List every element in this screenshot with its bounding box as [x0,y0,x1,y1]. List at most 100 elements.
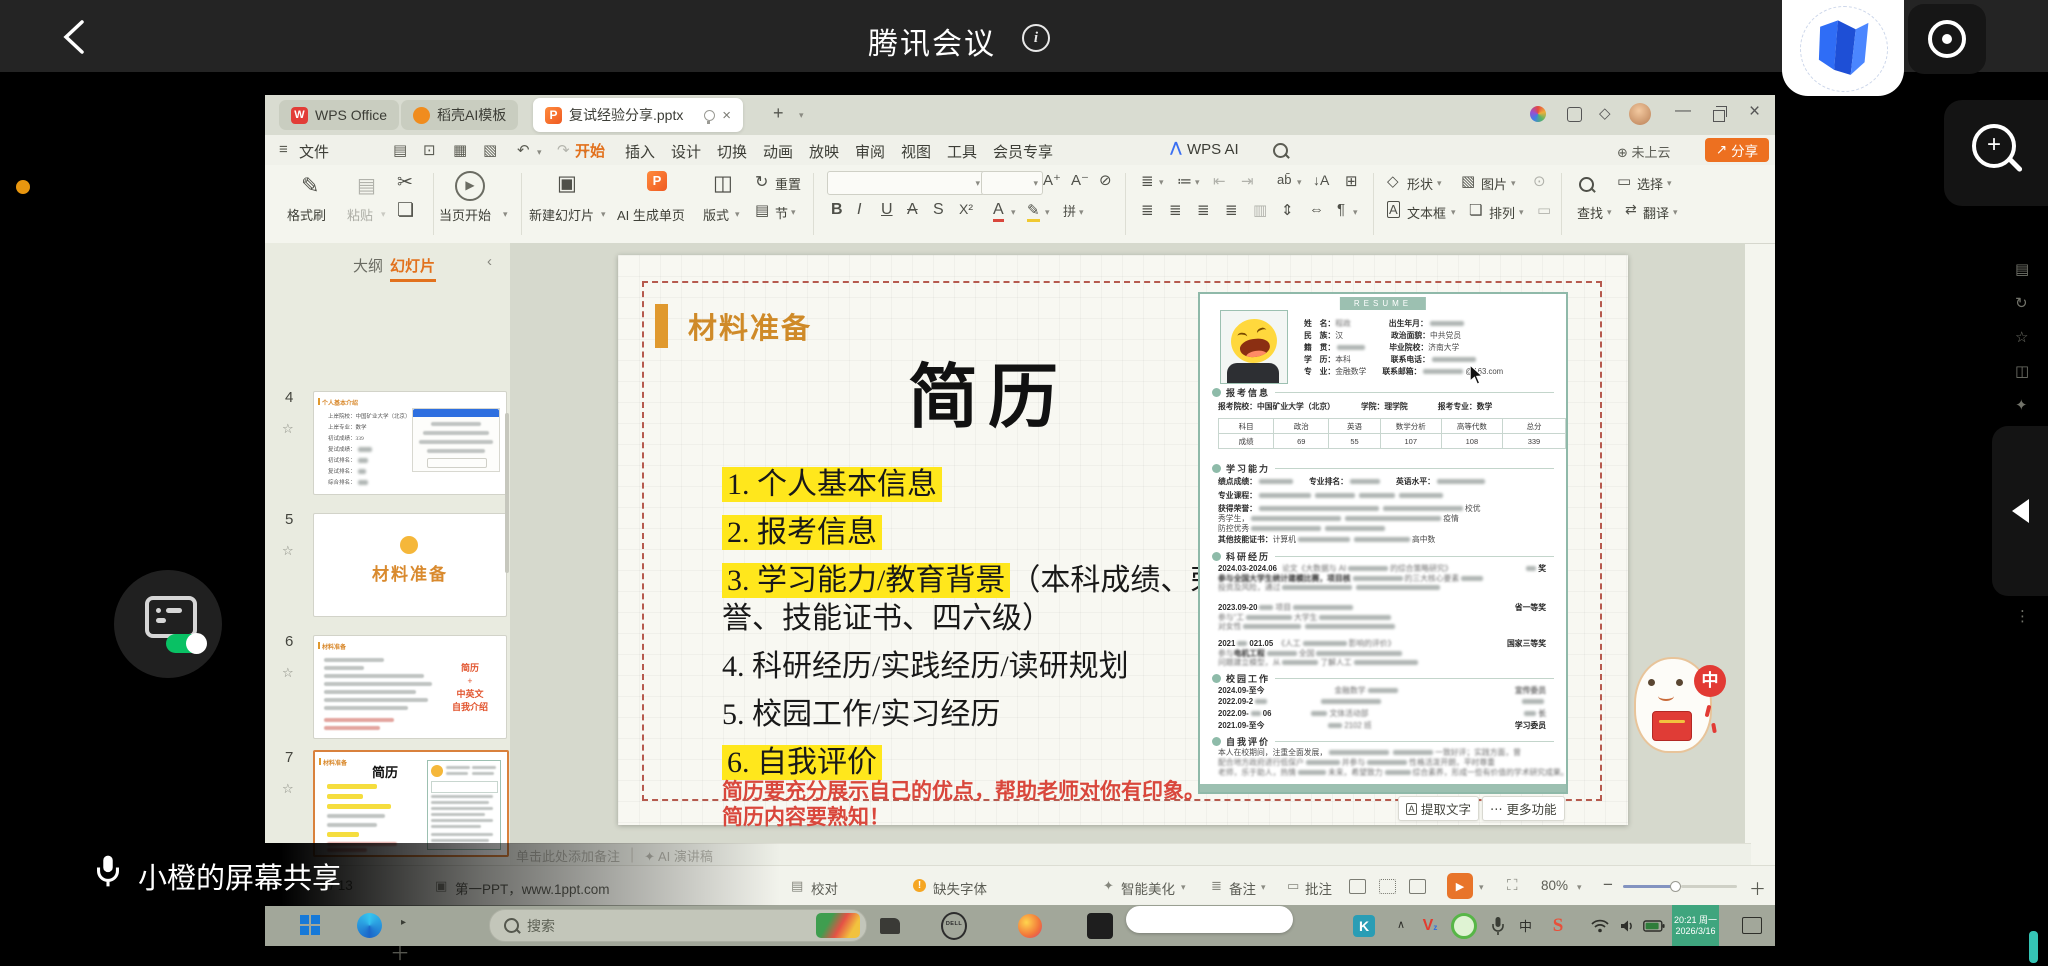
lightbulb-icon[interactable] [704,109,716,124]
text-direction-icon[interactable]: ab̄ [1277,172,1291,187]
ime-indicator[interactable]: 中 [1519,916,1532,935]
paragraph-chevron-icon[interactable]: ▾ [1353,207,1358,218]
layout-mode-icon[interactable] [1567,107,1582,122]
strike-icon[interactable]: A [907,201,918,219]
search-highlight-image[interactable] [816,913,860,938]
zoom-slider-track[interactable] [1681,885,1737,888]
menu-design[interactable]: 设计 [671,141,701,162]
beautify-chevron-icon[interactable]: ▾ [1181,882,1186,893]
zoom-in-button[interactable]: + [1944,100,2048,206]
indent-decrease-icon[interactable]: ⇤ [1213,172,1226,190]
slide-title[interactable]: 简历 [798,341,1178,442]
menu-transition[interactable]: 切换 [717,141,747,162]
new-tab-icon[interactable]: + [773,103,784,124]
select-label[interactable]: 选择 [1637,174,1663,193]
tab-wps-office[interactable]: W WPS Office [279,100,400,130]
slide-thumbnail-5[interactable]: 材料准备 [313,513,507,617]
format-painter-label[interactable]: 格式刷 [287,205,326,224]
taskbar-search[interactable]: 搜索 [489,909,867,942]
number-chevron-icon[interactable]: ▾ [1195,177,1200,188]
slide-list-item[interactable]: 1. 个人基本信息 [722,459,942,503]
zoom-out-icon[interactable]: − [1603,875,1613,895]
zoom-in-small-icon[interactable]: ＋ [1749,875,1766,900]
slide-list-item[interactable]: 4. 科研经历/实践经历/读研规划 [722,641,1129,685]
comment-label[interactable]: 批注 [1305,878,1332,898]
workspace-icon[interactable]: ◇ [1599,104,1611,122]
slide-thumbnail-4[interactable]: 个人基本介绍 上岸院校：中国矿业大学（北京） 上岸专业：数学 初试成绩：339 … [313,391,507,495]
menu-review[interactable]: 审阅 [855,141,885,162]
distribute-icon[interactable]: ▥ [1253,201,1267,219]
bullet-chevron-icon[interactable]: ▾ [1159,177,1164,188]
record-button[interactable] [1908,4,1986,74]
sorter-view-icon[interactable] [1379,879,1396,894]
print-icon[interactable]: ▦ [453,141,467,159]
cloud-status[interactable]: ⊕ 未上云 [1617,142,1671,161]
notification-center-icon[interactable] [1742,917,1762,934]
section-label[interactable]: 节 [775,203,788,222]
tray-expand-icon[interactable]: ∧ [1397,918,1405,931]
indent-increase-icon[interactable]: ⇥ [1241,172,1254,190]
star-icon[interactable]: ☆ [282,421,294,437]
paste-icon[interactable]: ▤ [357,173,376,198]
play-from-page-icon[interactable]: ▶ [455,171,485,201]
start-button[interactable] [300,915,320,935]
avatar[interactable] [1629,103,1651,125]
extract-text-button[interactable]: A 提取文字 [1398,796,1480,821]
shapes-label[interactable]: 形状 [1407,174,1433,193]
v-app-icon[interactable]: Vz [1417,913,1443,939]
play-chevron-icon[interactable]: ▾ [1479,882,1484,893]
picture-chevron-icon[interactable]: ▾ [1511,178,1516,189]
search-icon[interactable] [1273,143,1288,158]
copy-icon[interactable]: ❏ [397,199,414,222]
section-chevron-icon[interactable]: ▾ [791,207,796,218]
k-app-icon[interactable]: K [1351,913,1377,939]
slideshow-play-button[interactable]: ▶ [1447,873,1473,899]
align-left-icon[interactable]: ≣ [1141,201,1154,219]
menu-insert[interactable]: 插入 [625,141,655,162]
find-icon[interactable] [1579,177,1594,192]
format-painter-icon[interactable]: ✎ [301,173,319,199]
star-icon[interactable]: ☆ [282,781,294,797]
zoom-chevron-icon[interactable]: ▾ [1577,882,1582,893]
shapes-chevron-icon[interactable]: ▾ [1437,178,1442,189]
side-drawer-handle[interactable] [1992,426,2048,596]
slide-list-item[interactable]: 5. 校园工作/实习经历 [722,689,1000,733]
start-page-label[interactable]: 当页开始 [439,205,491,224]
reset-icon[interactable]: ↻ [755,172,768,192]
collapse-panel-icon[interactable]: ‹ [487,253,492,270]
new-slide-label[interactable]: 新建幻灯片 [529,205,594,224]
align-center-icon[interactable]: ≣ [1169,201,1182,219]
menu-wps-ai[interactable]: WPS AI [1187,141,1239,158]
resume-image[interactable]: RESUME 姓 名：程政 出生年月： 民 族：汉 政治面貌：中共党员 籍 贯： 毕业… [1198,292,1568,794]
app-logo-panel[interactable] [1782,0,1904,96]
translate-chevron-icon[interactable]: ▾ [1673,207,1678,218]
align-right-icon[interactable]: ≣ [1197,201,1210,219]
slide-list-item[interactable]: 誉、技能证书、四六级） [722,593,1052,637]
slide-thumbnail-6[interactable]: 材料准备 简历 + 中英文 自我介绍 [313,635,507,739]
bold-icon[interactable]: B [831,201,843,219]
menu-file[interactable]: 文件 [299,141,329,162]
panel-icon-star[interactable]: ☆ [2015,328,2028,346]
select-icon[interactable]: ▭ [1617,172,1631,190]
panel-icon-more[interactable]: ⋮ [2015,607,2030,625]
section-icon[interactable]: ▤ [755,201,769,219]
layout-label[interactable]: 版式 [703,205,729,224]
layout-chevron-icon[interactable]: ▾ [735,209,740,220]
textbox-chevron-icon[interactable]: ▾ [1451,207,1456,218]
zoom-slider-filled[interactable] [1623,885,1673,888]
dell-app-icon[interactable]: DELL [941,912,967,940]
more-functions-button[interactable]: ⋯ 更多功能 [1482,796,1565,821]
superscript-icon[interactable]: X² [959,201,973,217]
zoom-percent[interactable]: 80% [1541,878,1568,893]
slide-thumbnail-7-selected[interactable]: 材料准备 简历 [313,750,509,857]
captions-toggle-button[interactable] [114,570,222,678]
wifi-icon[interactable] [1587,913,1613,939]
clock-widget[interactable]: 20:21 周一 2026/3/16 [1672,905,1719,946]
translate-icon[interactable]: ⇄ [1625,201,1637,218]
start-page-chevron-icon[interactable]: ▾ [503,209,508,220]
tab-outline[interactable]: 大纲 [353,255,383,276]
restore-icon[interactable] [1713,106,1727,122]
font-size-select[interactable]: ▾ [981,171,1043,195]
find-label[interactable]: 查找 [1577,203,1603,222]
sogou-icon[interactable]: S [1545,913,1571,939]
